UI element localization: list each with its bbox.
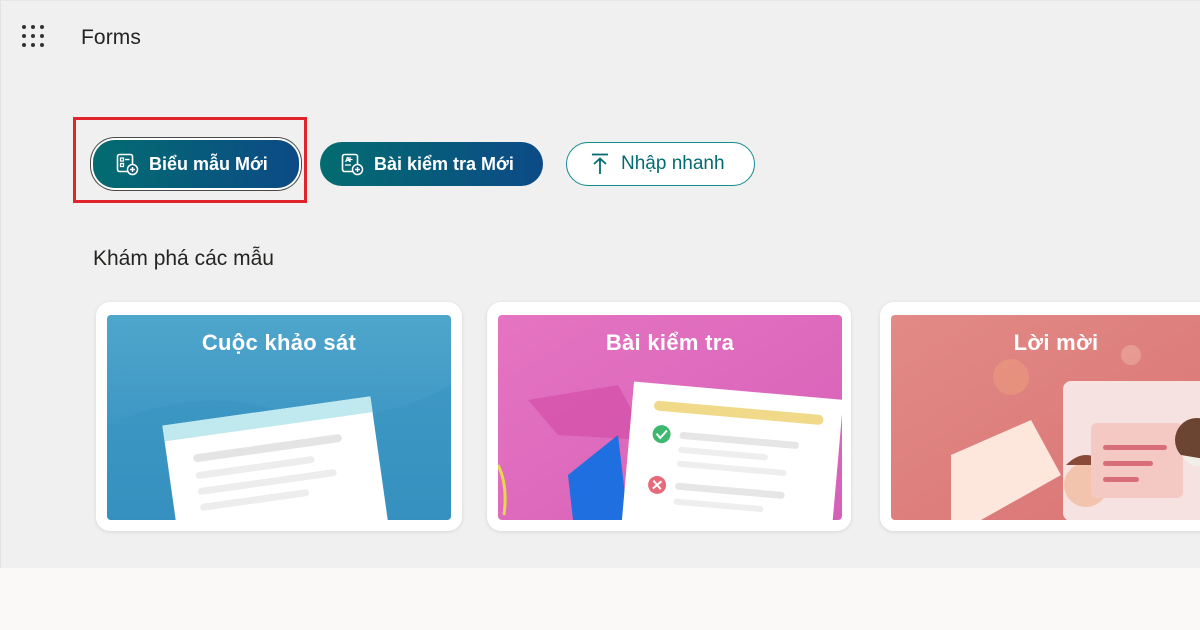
quiz-thumbnail: Bài kiểm tra [498,315,842,520]
invitation-card-label: Lời mời [1013,330,1099,355]
quick-import-button[interactable]: Nhập nhanh [566,142,755,186]
new-quiz-label: Bài kiểm tra Mới [374,153,514,174]
template-card-invitation[interactable]: Lời mời [880,302,1200,531]
new-form-button[interactable]: Biểu mẫu Mới [93,140,299,188]
new-form-label: Biểu mẫu Mới [149,153,268,174]
new-quiz-button[interactable]: A Bài kiểm tra Mới [320,142,543,186]
templates-section-title: Khám phá các mẫu [93,247,274,270]
upload-icon [592,153,608,174]
survey-thumbnail: Cuộc khảo sát [107,315,451,520]
quiz-card-label: Bài kiểm tra [605,330,735,355]
app-title: Forms [81,26,141,49]
new-quiz-icon: A [341,153,364,176]
template-card-survey[interactable]: Cuộc khảo sát [96,302,462,531]
app-launcher-icon[interactable] [22,25,46,47]
page-footer-band [0,568,1200,630]
new-form-icon [116,153,139,176]
template-card-quiz[interactable]: Bài kiểm tra [487,302,851,531]
invitation-thumbnail: Lời mời [891,315,1200,520]
quick-import-label: Nhập nhanh [621,153,725,174]
survey-card-label: Cuộc khảo sát [201,330,357,355]
